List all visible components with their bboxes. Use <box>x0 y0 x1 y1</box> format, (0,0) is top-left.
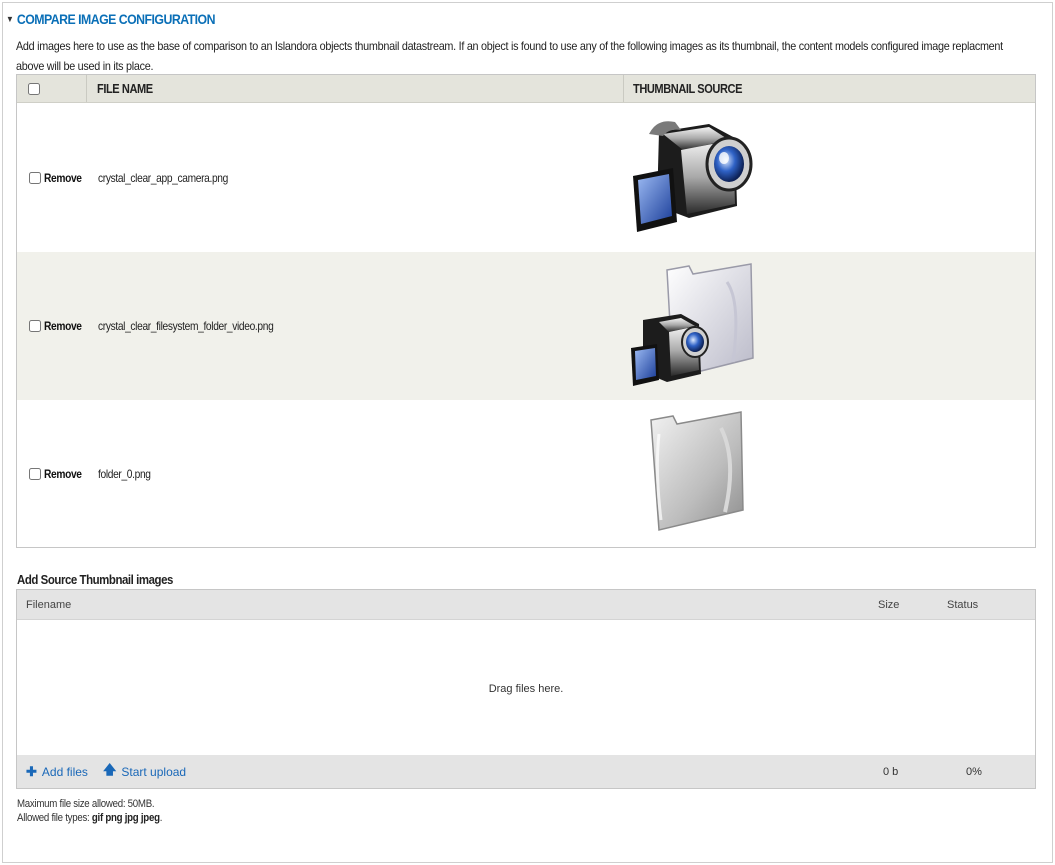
remove-label: Remove <box>44 467 82 481</box>
total-size: 0 b <box>883 765 899 778</box>
select-all-checkbox[interactable] <box>28 82 40 95</box>
remove-control[interactable]: Remove <box>29 252 88 400</box>
plus-icon: ✚ <box>26 763 37 779</box>
compare-images-table: FILE NAME THUMBNAIL SOURCE Remove crysta… <box>16 74 1036 548</box>
uploader-footer: ✚ Add files 🡅 Start upload 0 b 0% <box>17 755 1035 788</box>
start-upload-button[interactable]: 🡅 Start upload <box>103 755 186 788</box>
table-row: Remove crystal_clear_app_camera.png <box>17 104 1035 252</box>
status-header: Status <box>947 599 979 611</box>
section-title: COMPARE IMAGE CONFIGURATION <box>16 11 216 27</box>
upload-help-text: Maximum file size allowed: 50MB. Allowed… <box>17 797 182 825</box>
drop-zone-text: Drag files here. <box>488 683 564 695</box>
start-upload-label: Start upload <box>121 764 187 779</box>
file-uploader: Filename Size Status Drag files here. ✚ … <box>16 589 1036 789</box>
collapse-triangle-icon: ▼ <box>6 14 14 24</box>
add-files-button[interactable]: ✚ Add files <box>26 755 88 788</box>
section-legend-toggle[interactable]: ▼ COMPARE IMAGE CONFIGURATION <box>6 9 216 29</box>
remove-checkbox[interactable] <box>29 468 41 480</box>
uploader-title: Add Source Thumbnail images <box>17 571 173 587</box>
table-row: Remove crystal_clear_filesystem_folder_v… <box>17 252 1035 400</box>
select-all-cell <box>28 75 40 102</box>
video-folder-icon <box>631 263 754 386</box>
remove-checkbox[interactable] <box>29 320 41 332</box>
thumbnail-source-header: THUMBNAIL SOURCE <box>633 81 743 96</box>
section-description: Add images here to use as the base of co… <box>16 39 1003 73</box>
remove-label: Remove <box>44 319 82 333</box>
remove-control[interactable]: Remove <box>29 400 88 548</box>
drop-zone[interactable]: Drag files here. <box>17 621 1035 757</box>
column-divider <box>623 75 624 102</box>
file-name-header: FILE NAME <box>97 81 153 96</box>
add-files-label: Add files <box>41 764 88 779</box>
folder-icon <box>650 411 744 531</box>
table-row: Remove folder_0.png <box>17 400 1035 548</box>
total-percent: 0% <box>966 765 982 778</box>
remove-checkbox[interactable] <box>29 172 41 184</box>
camcorder-icon <box>633 121 753 232</box>
table-header: FILE NAME THUMBNAIL SOURCE <box>17 75 1035 103</box>
filename-header: Filename <box>26 599 72 611</box>
file-name: folder_0.png <box>98 467 151 481</box>
column-divider <box>86 75 87 102</box>
uploader-header: Filename Size Status <box>17 590 1035 620</box>
remove-control[interactable]: Remove <box>29 104 88 252</box>
file-name: crystal_clear_filesystem_folder_video.pn… <box>98 319 274 333</box>
allowed-file-types: Allowed file types: gif png jpg jpeg. <box>17 812 163 824</box>
size-header: Size <box>878 599 900 611</box>
max-file-size: Maximum file size allowed: 50MB. <box>17 798 155 810</box>
file-name: crystal_clear_app_camera.png <box>98 171 228 185</box>
arrow-up-icon: 🡅 <box>103 761 117 777</box>
remove-label: Remove <box>44 171 82 185</box>
